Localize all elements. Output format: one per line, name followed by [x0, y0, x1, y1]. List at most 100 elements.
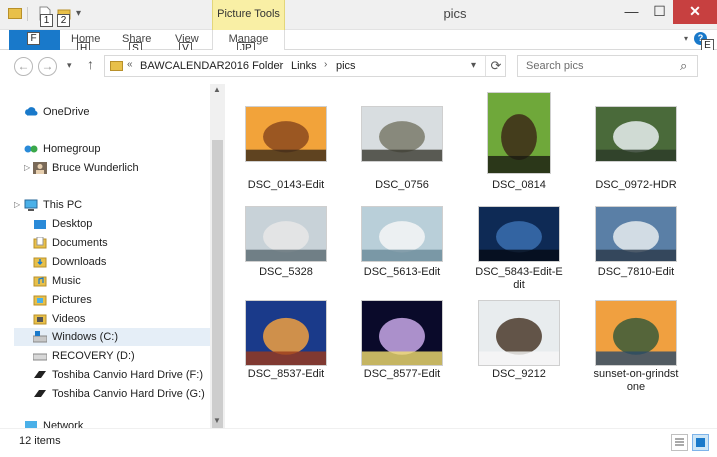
nav-item-pictures[interactable]: Pictures — [33, 291, 209, 309]
search-box[interactable]: ⌕ — [517, 55, 698, 77]
usb-drive-icon — [34, 390, 46, 397]
nav-item-documents[interactable]: Documents — [33, 234, 209, 252]
file-name[interactable]: DSC_9212 — [469, 368, 569, 381]
file-thumbnail[interactable] — [595, 106, 677, 162]
address-bar[interactable]: « BAWCALENDAR2016 Folder › Links › pics … — [104, 55, 506, 77]
videos-folder-icon — [33, 314, 47, 325]
nav-item-network[interactable]: Network — [24, 420, 209, 428]
breadcrumb-separator[interactable]: › — [324, 59, 327, 70]
photo-image — [245, 206, 327, 262]
breadcrumb-links[interactable]: Links — [291, 60, 317, 72]
search-icon[interactable]: ⌕ — [680, 58, 687, 74]
large-icons-view-button[interactable] — [692, 434, 709, 451]
qat-separator — [27, 7, 28, 21]
file-name[interactable]: DSC_0814 — [469, 179, 569, 192]
photo-image — [595, 206, 677, 262]
up-button[interactable]: ↑ — [87, 56, 94, 72]
nav-item-recovery-d[interactable]: RECOVERY (D:) — [33, 347, 209, 365]
file-thumbnail[interactable] — [595, 206, 677, 262]
file-name[interactable]: DSC_0756 — [352, 179, 452, 192]
breadcrumb-separator[interactable]: › — [279, 59, 282, 70]
nav-item-music[interactable]: Music — [33, 272, 209, 290]
large-icons-view-icon — [696, 438, 705, 447]
search-input[interactable] — [518, 56, 678, 76]
photo-image — [478, 300, 560, 366]
picture-tools-group: Picture Tools — [212, 0, 285, 30]
item-count: 12 items — [19, 435, 61, 447]
forward-button[interactable]: → — [38, 57, 57, 76]
photo-image — [595, 106, 677, 162]
folder-icon — [110, 61, 123, 71]
downloads-folder-icon — [33, 257, 47, 268]
network-icon — [25, 421, 37, 428]
file-thumbnail[interactable] — [361, 300, 443, 366]
scrollbar-thumb[interactable] — [212, 140, 223, 440]
expand-arrow-icon[interactable]: ▷ — [24, 163, 30, 172]
file-name[interactable]: DSC_0143-Edit — [236, 179, 336, 192]
file-name[interactable]: DSC_5328 — [236, 266, 336, 279]
file-thumbnail[interactable] — [595, 300, 677, 366]
ribbon-expand-icon[interactable]: ▾ — [684, 34, 688, 43]
maximize-button[interactable]: ☐ — [646, 0, 673, 24]
recent-locations-icon[interactable]: ▾ — [67, 60, 72, 71]
nav-item-onedrive[interactable]: OneDrive — [24, 103, 209, 121]
drive-icon — [33, 353, 47, 361]
photo-image — [361, 300, 443, 366]
refresh-button[interactable]: ⟳ — [485, 56, 506, 76]
scroll-down-icon[interactable]: ▼ — [213, 416, 221, 425]
close-button[interactable]: ✕ — [673, 0, 717, 24]
photo-image — [361, 106, 443, 162]
file-tab[interactable]: F — [9, 30, 60, 50]
file-thumbnail[interactable] — [361, 106, 443, 162]
expand-arrow-icon[interactable]: ▷ — [14, 200, 20, 209]
file-name[interactable]: DSC_5843-Edit-Edit — [475, 266, 563, 292]
nav-item-downloads[interactable]: Downloads — [33, 253, 209, 271]
file-thumbnail[interactable] — [487, 92, 551, 174]
homegroup-icon — [24, 145, 38, 153]
file-thumbnail[interactable] — [361, 206, 443, 262]
file-thumbnail[interactable] — [478, 300, 560, 366]
file-thumbnail[interactable] — [245, 206, 327, 262]
photo-image — [361, 206, 443, 262]
nav-item-bruce-wunderlich[interactable]: Bruce Wunderlich — [33, 159, 209, 177]
file-thumbnail[interactable] — [478, 206, 560, 262]
status-bar: 12 items — [0, 428, 717, 457]
back-button[interactable]: ← — [14, 57, 33, 76]
details-view-button[interactable] — [671, 434, 688, 451]
photo-image — [245, 300, 327, 366]
file-thumbnail[interactable] — [245, 106, 327, 162]
qat-dropdown-icon[interactable]: ▾ — [76, 8, 81, 19]
breadcrumb-bawcalendar[interactable]: BAWCALENDAR2016 Folder — [140, 60, 283, 72]
file-name[interactable]: DSC_7810-Edit — [586, 266, 686, 279]
user-icon — [33, 162, 47, 174]
breadcrumb-pics[interactable]: pics — [336, 60, 356, 72]
file-name[interactable]: DSC_8577-Edit — [352, 368, 452, 381]
file-name[interactable]: DSC_8537-Edit — [236, 368, 336, 381]
file-name[interactable]: DSC_0972-HDR — [586, 179, 686, 192]
breadcrumb-overflow[interactable]: « — [127, 59, 133, 70]
nav-item-desktop[interactable]: Desktop — [33, 215, 209, 233]
ribbon-tabs: F Home H Share S View V Manage JP ▾ ? E — [0, 30, 717, 55]
app-folder-icon — [8, 8, 22, 19]
nav-item-this-pc[interactable]: This PC — [24, 196, 209, 214]
address-dropdown-icon[interactable]: ▾ — [471, 60, 476, 71]
file-name[interactable]: sunset-on-grindstone — [592, 368, 680, 394]
nav-item-windows-c[interactable]: Windows (C:) — [14, 328, 210, 346]
scroll-up-icon[interactable]: ▲ — [213, 85, 221, 94]
nav-item-homegroup[interactable]: Homegroup — [24, 140, 209, 158]
computer-icon — [24, 199, 38, 211]
title-bar: 1 2 ▾ Picture Tools pics — ☐ ✕ — [0, 0, 717, 30]
keytip-2: 2 — [57, 14, 70, 27]
nav-item-videos[interactable]: Videos — [33, 310, 209, 328]
nav-item-toshiba-g[interactable]: Toshiba Canvio Hard Drive (G:) — [33, 385, 209, 403]
navpane-scrollbar[interactable]: ▲ ▼ — [210, 84, 225, 440]
photo-image — [487, 92, 551, 174]
cloud-icon — [25, 107, 38, 116]
nav-item-toshiba-f[interactable]: Toshiba Canvio Hard Drive (F:) — [33, 366, 209, 384]
file-name[interactable]: DSC_5613-Edit — [352, 266, 452, 279]
file-thumbnail[interactable] — [245, 300, 327, 366]
keytip-1: 1 — [40, 14, 53, 27]
photo-image — [595, 300, 677, 366]
details-view-icon — [675, 438, 684, 446]
minimize-button[interactable]: — — [618, 0, 645, 24]
